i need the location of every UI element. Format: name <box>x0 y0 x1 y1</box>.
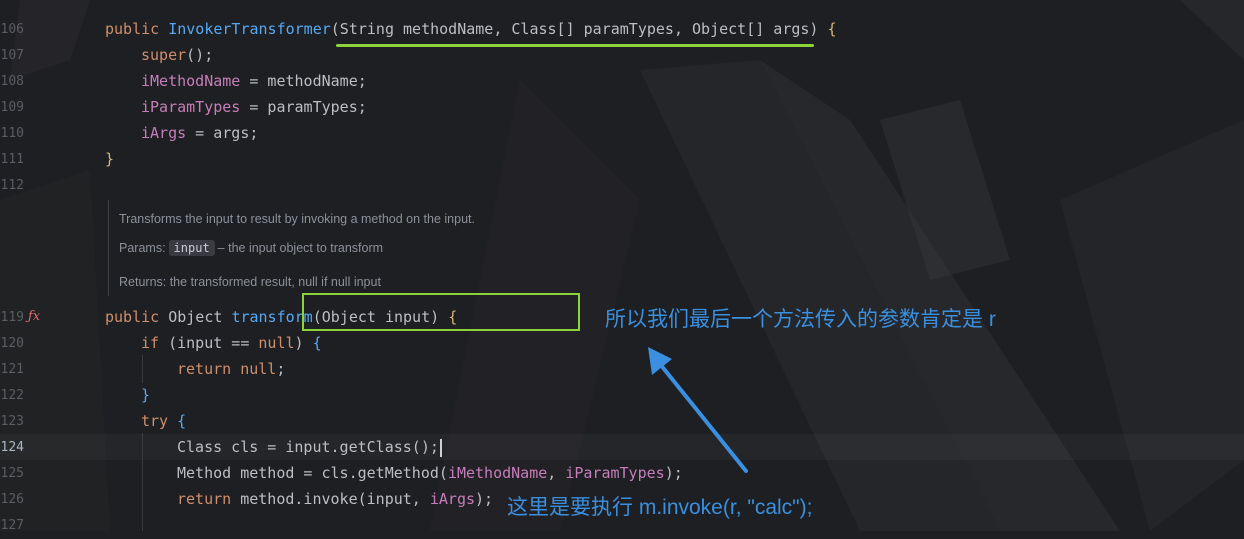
code-text: Method method = cls.getMethod( <box>177 464 448 482</box>
code-line-109[interactable]: iParamTypes = paramTypes; <box>141 94 367 120</box>
code-line-121[interactable]: return null; <box>177 356 285 382</box>
close-brace: } <box>105 150 115 168</box>
line-number: 109 <box>0 100 24 115</box>
code-text: = paramTypes; <box>240 98 367 116</box>
close-brace: } <box>141 386 151 404</box>
rendered-javadoc[interactable]: Transforms the input to result by invoki… <box>108 200 709 296</box>
indent-guide <box>142 433 143 531</box>
field-name: iMethodName <box>447 464 548 482</box>
code-line-110[interactable]: iArgs = args; <box>141 120 258 146</box>
green-box-annotation <box>302 293 580 331</box>
field-name: iMethodName <box>141 72 241 90</box>
doc-summary: Transforms the input to result by invoki… <box>119 212 475 226</box>
code-text: method.invoke(input, <box>240 490 430 508</box>
line-number: 123 <box>0 414 24 429</box>
code-line-125[interactable]: Method method = cls.getMethod(iMethodNam… <box>177 460 683 486</box>
line-number: 110 <box>0 126 24 141</box>
doc-param-desc: – the input object to transform <box>217 241 384 255</box>
line-number: 126 <box>0 492 24 507</box>
green-underline-annotation <box>336 44 814 47</box>
code-text: ) <box>294 334 313 352</box>
line-number: 119 <box>0 310 24 325</box>
line-number: 122 <box>0 388 24 403</box>
function-override-icon[interactable]: ƒx <box>28 307 40 327</box>
keyword-super: super <box>141 46 187 64</box>
line-number: 121 <box>0 362 24 377</box>
code-line-124[interactable]: Class cls = input.getClass(); <box>177 434 442 460</box>
code-line-108[interactable]: iMethodName = methodName; <box>141 68 367 94</box>
code-text: (input == <box>168 334 259 352</box>
doc-params-label: Params: <box>119 241 166 255</box>
indent-guide <box>142 355 143 383</box>
annotation-note-1: 所以我们最后一个方法传入的参数肯定是 r <box>605 308 996 331</box>
line-number: 120 <box>0 336 24 351</box>
code-line-120[interactable]: if (input == null) { <box>141 330 322 356</box>
parameter-list: (String methodName, Class[] paramTypes, … <box>330 20 828 38</box>
code-line-123[interactable]: try { <box>141 408 186 434</box>
line-number: 112 <box>0 178 24 193</box>
field-name: iParamTypes <box>141 98 241 116</box>
code-line-111[interactable]: } <box>105 146 114 172</box>
doc-returns: Returns: the transformed result, null if… <box>119 275 381 289</box>
code-line-126[interactable]: return method.invoke(input, iArgs); <box>177 486 493 512</box>
keyword-public: public <box>105 20 169 38</box>
code-text: = args; <box>186 124 259 142</box>
code-line-122[interactable]: } <box>141 382 150 408</box>
line-number: 107 <box>0 48 24 63</box>
open-brace: { <box>827 20 837 38</box>
code-line-107[interactable]: super(); <box>141 42 213 68</box>
field-name: iArgs <box>141 124 187 142</box>
constructor-name: InvokerTransformer <box>168 20 331 38</box>
keyword-return: return <box>177 490 241 508</box>
line-number: 106 <box>0 22 24 37</box>
line-number-current: 124 <box>0 440 24 455</box>
open-brace: { <box>177 412 187 430</box>
doc-params: Params: input – the input object to transf… <box>119 240 383 256</box>
line-number: 125 <box>0 466 24 481</box>
code-text: = methodName; <box>240 72 367 90</box>
code-line-106[interactable]: public InvokerTransformer(String methodN… <box>105 16 837 42</box>
code-text: Class cls = input.getClass(); <box>177 438 439 456</box>
keyword-try: try <box>141 412 178 430</box>
open-brace: { <box>312 334 322 352</box>
line-number: 111 <box>0 152 24 167</box>
line-number: 108 <box>0 74 24 89</box>
return-type: Object <box>168 308 232 326</box>
line-number-gutter[interactable]: 106 107 108 109 110 111 112 119 120 121 … <box>0 0 60 533</box>
line-number: 127 <box>0 518 24 533</box>
arrow-annotation-icon <box>648 347 748 473</box>
keyword-null: null <box>258 334 295 352</box>
doc-param-name: input <box>168 240 215 256</box>
keyword-return: return null <box>177 360 277 378</box>
code-text: , <box>547 464 566 482</box>
annotation-note-2: 这里是要执行 m.invoke(r, "calc"); <box>507 496 813 519</box>
code-text: ); <box>475 490 494 508</box>
keyword-public: public <box>105 308 169 326</box>
code-text: ; <box>276 360 286 378</box>
keyword-if: if <box>141 334 169 352</box>
text-caret <box>439 438 442 457</box>
field-name: iArgs <box>429 490 476 508</box>
code-text: (); <box>186 46 214 64</box>
method-name: transform <box>231 308 313 326</box>
